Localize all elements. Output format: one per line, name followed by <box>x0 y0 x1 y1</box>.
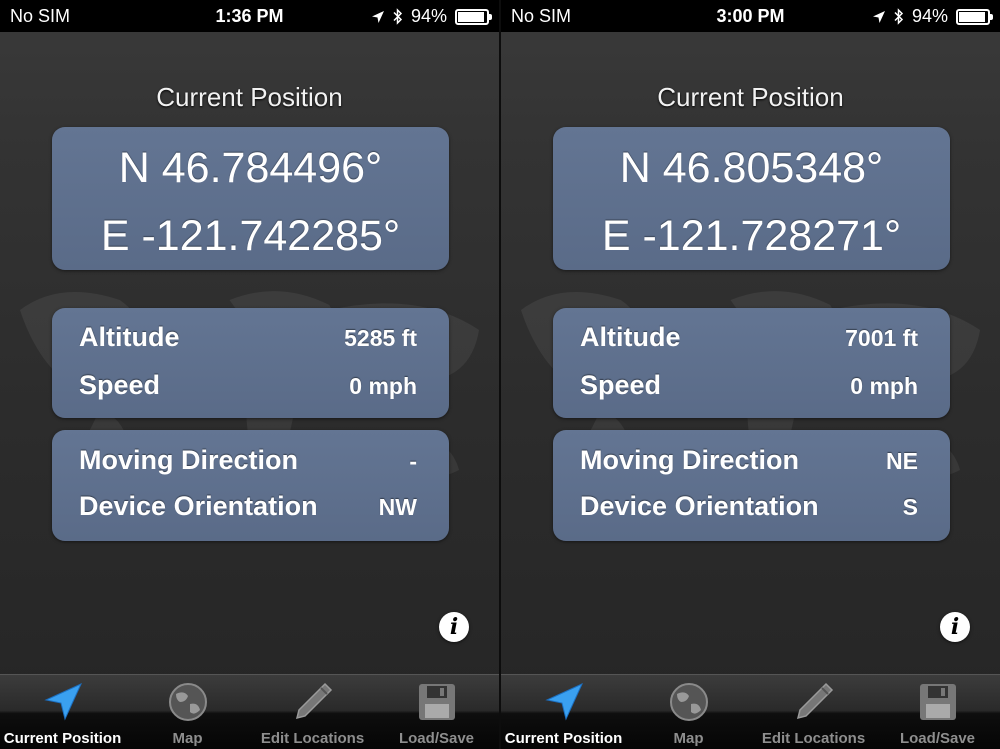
moving-direction-label: Moving Direction <box>580 445 800 475</box>
bluetooth-icon <box>894 8 904 25</box>
device-orientation-value: NW <box>378 494 417 520</box>
tab-label: Map <box>172 730 203 747</box>
screen-2: No SIM 3:00 PM 94% Current Position N 46… <box>501 0 1000 749</box>
pencil-icon <box>295 682 332 720</box>
battery-percent: 94% <box>911 6 948 26</box>
bluetooth-icon <box>393 8 403 25</box>
pencil-icon <box>796 682 833 720</box>
tab-map[interactable]: Map <box>125 675 250 749</box>
device-orientation-row: Device Orientation NW <box>79 491 417 525</box>
device-orientation-value: S <box>902 494 918 520</box>
tab-bar: Current Position Map Edit Locations Load… <box>501 674 1000 749</box>
device-orientation-label: Device Orientation <box>79 491 318 521</box>
tab-label: Load/Save <box>398 730 475 747</box>
tab-label: Edit Locations <box>761 730 866 747</box>
speed-row: Speed 0 mph <box>79 370 417 404</box>
tab-current-position[interactable]: Current Position <box>0 675 125 749</box>
tab-edit-locations[interactable]: Edit Locations <box>751 675 876 749</box>
device-orientation-label: Device Orientation <box>580 491 819 521</box>
status-bar: No SIM 1:36 PM 94% <box>0 0 499 32</box>
tab-label: Map <box>673 730 704 747</box>
location-arrow-icon <box>43 682 82 721</box>
tab-label: Edit Locations <box>260 730 365 747</box>
altitude-speed-panel: Altitude 5285 ft Speed 0 mph <box>52 308 449 418</box>
longitude-value: E -121.728271° <box>601 212 902 260</box>
screen-1: No SIM 1:36 PM 94% Current Position N 46… <box>0 0 499 749</box>
tab-label: Current Position <box>504 730 623 747</box>
altitude-value: 7001 ft <box>845 325 918 351</box>
tab-label: Current Position <box>3 730 122 747</box>
battery-icon <box>455 8 492 25</box>
moving-direction-label: Moving Direction <box>79 445 299 475</box>
battery-icon <box>956 8 993 25</box>
direction-panel: Moving Direction NE Device Orientation S <box>553 430 950 541</box>
floppy-disk-icon <box>919 684 956 720</box>
location-services-icon <box>872 10 885 23</box>
tab-load-save[interactable]: Load/Save <box>875 675 1000 749</box>
tab-label: Load/Save <box>899 730 976 747</box>
battery-percent: 94% <box>410 6 447 26</box>
altitude-label: Altitude <box>580 322 681 352</box>
longitude-value: E -121.742285° <box>100 212 401 260</box>
location-arrow-icon <box>544 682 583 721</box>
direction-panel: Moving Direction - Device Orientation NW <box>52 430 449 541</box>
moving-direction-value: NE <box>886 448 918 474</box>
moving-direction-row: Moving Direction NE <box>580 445 918 479</box>
moving-direction-row: Moving Direction - <box>79 445 417 479</box>
speed-label: Speed <box>580 370 662 400</box>
page-title: Current Position <box>156 82 343 112</box>
altitude-label: Altitude <box>79 322 180 352</box>
moving-direction-value: - <box>409 448 417 474</box>
speed-row: Speed 0 mph <box>580 370 918 404</box>
tab-current-position[interactable]: Current Position <box>501 675 626 749</box>
globe-icon <box>669 683 708 721</box>
page-title: Current Position <box>657 82 844 112</box>
latitude-value: N 46.805348° <box>619 144 884 192</box>
location-services-icon <box>371 10 384 23</box>
battery-level-fill <box>458 11 485 22</box>
tab-load-save[interactable]: Load/Save <box>374 675 499 749</box>
status-right: 94% <box>371 6 492 27</box>
tab-map[interactable]: Map <box>626 675 751 749</box>
speed-value: 0 mph <box>349 373 417 399</box>
device-orientation-row: Device Orientation S <box>580 491 918 525</box>
status-right: 94% <box>872 6 993 27</box>
altitude-row: Altitude 5285 ft <box>79 322 417 356</box>
altitude-speed-panel: Altitude 7001 ft Speed 0 mph <box>553 308 950 418</box>
altitude-value: 5285 ft <box>344 325 417 351</box>
battery-level-fill <box>959 11 986 22</box>
altitude-row: Altitude 7001 ft <box>580 322 918 356</box>
floppy-disk-icon <box>418 684 455 720</box>
globe-icon <box>168 683 207 721</box>
tab-edit-locations[interactable]: Edit Locations <box>250 675 375 749</box>
speed-value: 0 mph <box>850 373 918 399</box>
speed-label: Speed <box>79 370 161 400</box>
tab-bar: Current Position Map Edit Locations Load… <box>0 674 499 749</box>
info-button[interactable]: i <box>940 612 970 642</box>
coordinates-panel: N 46.805348° E -121.728271° <box>553 127 950 270</box>
info-button[interactable]: i <box>439 612 469 642</box>
status-bar: No SIM 3:00 PM 94% <box>501 0 1000 32</box>
coordinates-panel: N 46.784496° E -121.742285° <box>52 127 449 270</box>
latitude-value: N 46.784496° <box>118 144 383 192</box>
